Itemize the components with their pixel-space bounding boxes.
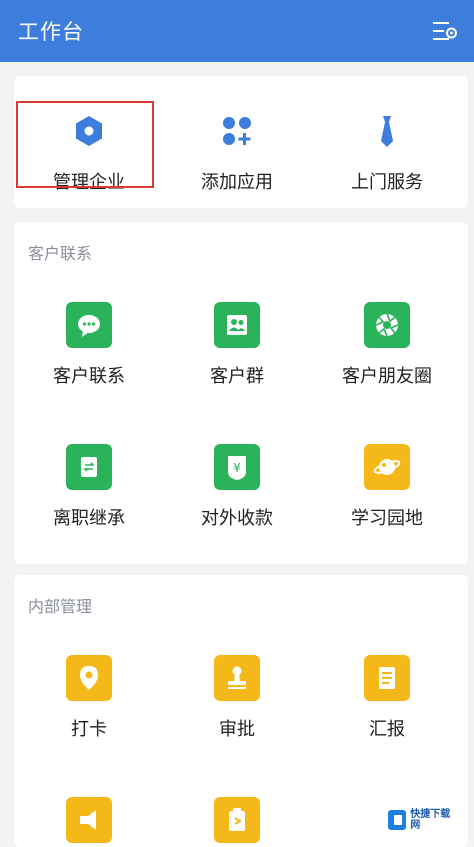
approval-button[interactable]: 审批 <box>162 655 312 741</box>
megaphone-icon <box>66 797 112 843</box>
external-payment-button[interactable]: ¥ 对外收款 <box>162 444 312 530</box>
customer-group-label: 客户群 <box>210 366 264 387</box>
page-title: 工作台 <box>18 20 84 44</box>
watermark-text: 快捷下载网 <box>410 809 451 831</box>
learning-garden-button[interactable]: 学习园地 <box>312 444 462 530</box>
manage-enterprise-button[interactable]: 管理企业 <box>14 108 164 194</box>
hexagon-icon <box>66 108 112 154</box>
door-service-label: 上门服务 <box>351 172 423 193</box>
moments-icon <box>364 302 410 348</box>
clipboard-icon <box>214 797 260 843</box>
watermark-logo-icon <box>388 810 407 830</box>
stamp-icon <box>214 655 260 701</box>
resign-inherit-button[interactable]: 离职继承 <box>14 444 164 530</box>
payment-icon: ¥ <box>214 444 260 490</box>
add-app-label: 添加应用 <box>201 172 273 193</box>
clock-in-button[interactable]: 打卡 <box>14 655 164 741</box>
chat-icon <box>66 302 112 348</box>
report-button[interactable]: 汇报 <box>312 655 462 741</box>
app-header: 工作台 <box>0 0 474 62</box>
announcement-button[interactable] <box>14 797 164 843</box>
schedule-button[interactable] <box>162 797 312 843</box>
manage-enterprise-label: 管理企业 <box>53 172 125 193</box>
resign-inherit-label: 离职继承 <box>53 508 125 529</box>
customer-section: 客户联系 客户联系 客户群 客户朋友圈 离职继承 ¥ 对外收款 学习园地 <box>14 222 468 564</box>
top-actions-card: 管理企业 添加应用 上门服务 <box>14 76 468 208</box>
customer-moments-label: 客户朋友圈 <box>342 366 432 387</box>
clock-in-label: 打卡 <box>71 719 107 740</box>
add-app-icon <box>214 108 260 154</box>
transfer-icon <box>66 444 112 490</box>
report-label: 汇报 <box>369 719 405 740</box>
customer-moments-button[interactable]: 客户朋友圈 <box>312 302 462 388</box>
approval-label: 审批 <box>219 719 255 740</box>
learning-garden-label: 学习园地 <box>351 508 423 529</box>
settings-icon[interactable] <box>432 19 458 43</box>
add-app-button[interactable]: 添加应用 <box>162 108 312 194</box>
section-title-customer: 客户联系 <box>28 244 93 263</box>
tie-icon <box>364 108 410 154</box>
customer-group-button[interactable]: 客户群 <box>162 302 312 388</box>
group-icon <box>214 302 260 348</box>
planet-icon <box>364 444 410 490</box>
location-icon <box>66 655 112 701</box>
external-payment-label: 对外收款 <box>201 508 273 529</box>
customer-contact-label: 客户联系 <box>53 366 125 387</box>
svg-text:¥: ¥ <box>233 461 241 475</box>
customer-contact-button[interactable]: 客户联系 <box>14 302 164 388</box>
section-title-internal: 内部管理 <box>28 597 93 616</box>
door-service-button[interactable]: 上门服务 <box>312 108 462 194</box>
watermark: 快捷下载网 <box>384 800 460 840</box>
report-icon <box>364 655 410 701</box>
